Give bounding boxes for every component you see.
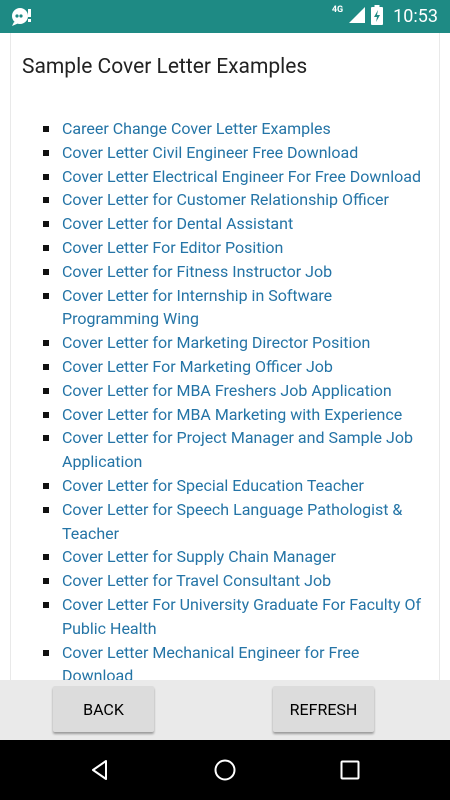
bullet-icon xyxy=(43,649,49,656)
list-item: Cover Letter for Fitness Instructor Job xyxy=(0,260,430,284)
bullet-icon xyxy=(43,435,49,442)
cover-letter-link[interactable]: Cover Letter Electrical Engineer For Fre… xyxy=(62,167,421,186)
cover-letter-link[interactable]: Cover Letter for MBA Freshers Job Applic… xyxy=(62,381,392,400)
cover-letter-link[interactable]: Cover Letter For Marketing Officer Job xyxy=(62,357,333,376)
bullet-icon xyxy=(43,482,49,489)
battery-charging-icon xyxy=(371,4,384,29)
list-item: Cover Letter for Customer Relationship O… xyxy=(0,188,430,212)
bullet-icon xyxy=(43,601,49,608)
cover-letter-link[interactable]: Cover Letter for Special Education Teach… xyxy=(62,476,364,495)
list-item: Cover Letter For Editor Position xyxy=(0,236,430,260)
cover-letter-link[interactable]: Cover Letter for Supply Chain Manager xyxy=(62,547,336,566)
cover-letter-link[interactable]: Cover Letter for Internship in Software … xyxy=(62,286,332,329)
cover-letter-link[interactable]: Cover Letter for Speech Language Patholo… xyxy=(62,500,402,543)
bullet-icon xyxy=(43,126,49,132)
cover-letter-link[interactable]: Cover Letter for Fitness Instructor Job xyxy=(62,262,332,281)
bullet-icon xyxy=(43,411,49,418)
status-bar: 4G 10:53 xyxy=(0,0,450,33)
cover-letter-link[interactable]: Cover Letter For Editor Position xyxy=(62,238,283,257)
bullet-icon xyxy=(43,340,49,347)
bullet-icon xyxy=(43,554,49,561)
list-item: Cover Letter for MBA Freshers Job Applic… xyxy=(0,379,430,403)
list-item: Cover Letter for MBA Marketing with Expe… xyxy=(0,403,430,427)
nav-back-icon[interactable] xyxy=(88,758,112,782)
cover-letter-link[interactable]: Cover Letter for Travel Consultant Job xyxy=(62,571,331,590)
cover-letter-link[interactable]: Cover Letter for Dental Assistant xyxy=(62,214,293,233)
navigation-bar xyxy=(0,740,450,800)
bullet-icon xyxy=(43,244,49,251)
list-item: Cover Letter Electrical Engineer For Fre… xyxy=(0,165,430,189)
list-item: Cover Letter Civil Engineer Free Downloa… xyxy=(0,141,430,165)
bullet-icon xyxy=(43,221,49,228)
status-time: 10:53 xyxy=(393,6,438,27)
bullet-icon xyxy=(43,197,49,204)
bullet-icon xyxy=(43,268,49,275)
chat-bubble-icon xyxy=(10,6,34,26)
list-item: Cover Letter For Marketing Officer Job xyxy=(0,355,430,379)
bullet-icon xyxy=(43,149,49,156)
bullet-icon xyxy=(43,387,49,394)
page-title: Sample Cover Letter Examples xyxy=(22,55,308,79)
button-bar: BACK REFRESH xyxy=(0,680,450,740)
bullet-icon xyxy=(43,506,49,513)
list-item: Cover Letter for Dental Assistant xyxy=(0,212,430,236)
cover-letter-link[interactable]: Cover Letter for MBA Marketing with Expe… xyxy=(62,405,402,424)
bullet-icon xyxy=(43,173,49,180)
list-item: Cover Letter for Travel Consultant Job xyxy=(0,569,430,593)
list-item: Cover Letter for Project Manager and Sam… xyxy=(0,426,430,474)
back-button[interactable]: BACK xyxy=(53,686,154,732)
bullet-icon xyxy=(43,578,49,585)
cover-letter-link[interactable]: Cover Letter for Customer Relationship O… xyxy=(62,190,389,209)
list-item: Cover Letter for Marketing Director Posi… xyxy=(0,331,430,355)
cover-letter-link[interactable]: Cover Letter for Marketing Director Posi… xyxy=(62,333,370,352)
list-item: Cover Letter for Speech Language Patholo… xyxy=(0,498,430,546)
signal-icon xyxy=(349,6,366,27)
nav-home-icon[interactable] xyxy=(213,758,237,782)
list-item: Cover Letter for Special Education Teach… xyxy=(0,474,430,498)
list-item: Career Change Cover Letter Examples xyxy=(0,117,430,141)
list-item: Cover Letter for Internship in Software … xyxy=(0,284,430,332)
cover-letter-link[interactable]: Cover Letter For University Graduate For… xyxy=(62,595,421,638)
network-type-label: 4G xyxy=(331,5,344,15)
bullet-icon xyxy=(43,292,49,299)
list-item: Cover Letter Mechanical Engineer for Fre… xyxy=(0,641,430,680)
bullet-icon xyxy=(43,363,49,370)
refresh-button[interactable]: REFRESH xyxy=(273,686,374,732)
nav-recents-icon[interactable] xyxy=(338,758,362,782)
webview-content[interactable]: Sample Cover Letter Examples Career Chan… xyxy=(0,33,450,680)
cover-letter-link[interactable]: Career Change Cover Letter Examples xyxy=(62,119,331,138)
cover-letter-link[interactable]: Cover Letter Mechanical Engineer for Fre… xyxy=(62,643,359,680)
list-item: Cover Letter For University Graduate For… xyxy=(0,593,430,641)
cover-letter-link-list: Career Change Cover Letter Examples Cove… xyxy=(0,117,430,680)
cover-letter-link[interactable]: Cover Letter Civil Engineer Free Downloa… xyxy=(62,143,358,162)
cover-letter-link[interactable]: Cover Letter for Project Manager and Sam… xyxy=(62,428,413,471)
list-item: Cover Letter for Supply Chain Manager xyxy=(0,545,430,569)
